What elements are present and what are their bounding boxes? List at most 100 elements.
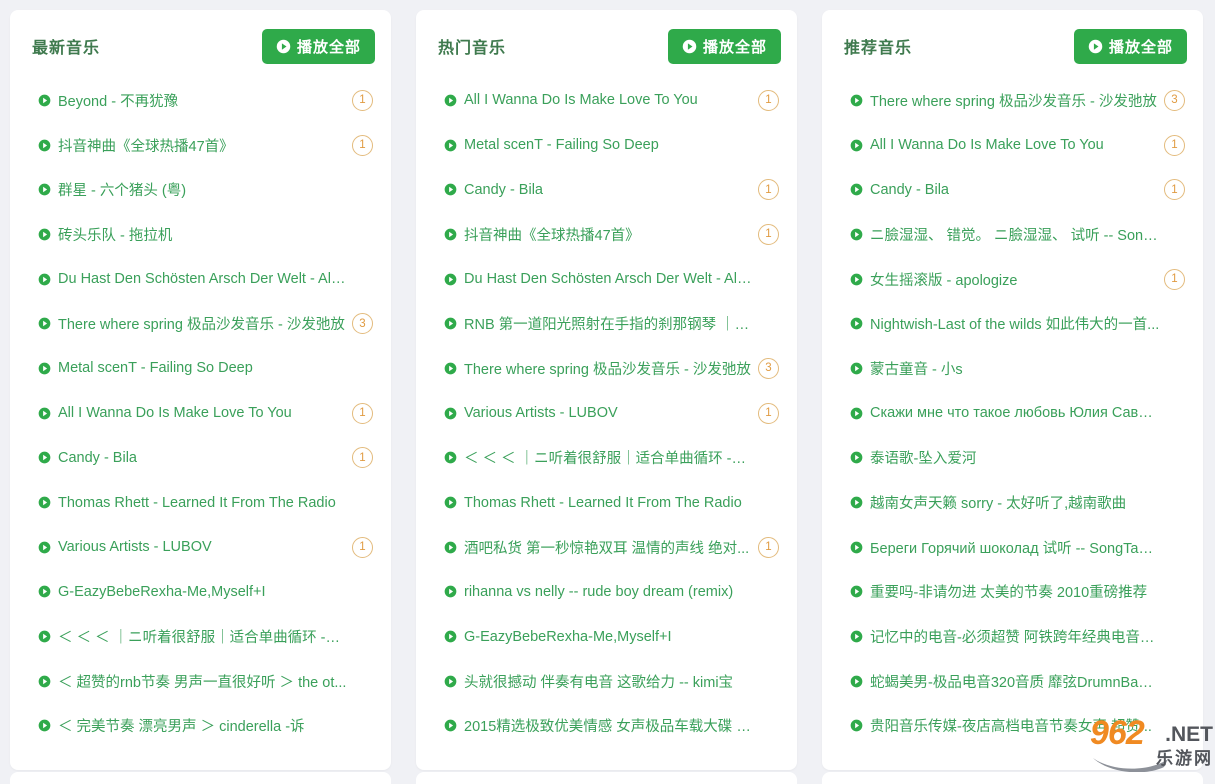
play-circle-icon — [38, 719, 51, 732]
song-row[interactable]: rihanna vs nelly -- rude boy dream (remi… — [432, 570, 781, 615]
play-count-badge: 1 — [352, 89, 373, 111]
song-row[interactable]: ＜ 完美节奏 漂亮男声 ＞ cinderella -诉 — [26, 704, 375, 749]
play-count-badge: 3 — [352, 313, 373, 335]
song-row[interactable]: ＜ ＜ ＜ ｜ニ听着很舒服｜适合单曲循环 -洋... — [26, 614, 375, 659]
card-title: 最新音乐 — [32, 40, 101, 57]
song-title: Du Hast Den Schösten Arsch Der Welt - Al… — [464, 271, 754, 288]
song-row[interactable]: Candy - Bila 1 — [838, 167, 1187, 212]
song-row[interactable]: Du Hast Den Schösten Arsch Der Welt - Al… — [26, 257, 375, 302]
song-title: G-EazyBebeRexha-Me,Myself+I — [58, 583, 266, 600]
music-columns-board: 最新音乐 播放全部 Beyond - 不再犹豫 1 抖音神曲《全球热播47首》 1 群星 -… — [10, 10, 1205, 771]
play-circle-icon — [38, 317, 51, 330]
song-title: Various Artists - LUBOV — [464, 405, 618, 422]
play-all-button[interactable]: 播放全部 — [261, 28, 375, 64]
song-row[interactable]: 群星 - 六个猪头 (粤) — [26, 167, 375, 212]
song-row[interactable]: RNB 第一道阳光照射在手指的刹那钢琴 ｜nu... — [432, 301, 781, 346]
play-circle-icon — [850, 183, 863, 196]
play-circle-icon — [38, 183, 51, 196]
song-title: Candy - Bila — [464, 181, 543, 198]
song-title: 抖音神曲《全球热播47首》 — [464, 227, 640, 244]
play-all-button[interactable]: 播放全部 — [1073, 28, 1187, 64]
play-circle-icon — [444, 496, 457, 509]
song-row[interactable]: There where spring 极品沙发音乐 - 沙发弛放 3 — [838, 78, 1187, 123]
song-title: 蛇蝎美男-极品电音320音质 靡弦DrumnBass... — [870, 674, 1160, 691]
song-row[interactable]: Metal scenT - Failing So Deep — [432, 123, 781, 168]
song-row[interactable]: Скажи мне что такое любовь Юлия Савич... — [838, 391, 1187, 436]
song-row[interactable]: 抖音神曲《全球热播47首》 1 — [432, 212, 781, 257]
play-count-badge: 1 — [352, 134, 373, 156]
song-row[interactable]: Du Hast Den Schösten Arsch Der Welt - Al… — [432, 257, 781, 302]
play-count-badge: 1 — [352, 447, 373, 469]
song-row[interactable]: ＜ ＜ ＜ ｜ニ听着很舒服｜适合单曲循环 -洋... — [432, 436, 781, 481]
play-circle-icon — [444, 273, 457, 286]
song-row[interactable]: G-EazyBebeRexha-Me,Myself+I — [432, 614, 781, 659]
song-row[interactable]: G-EazyBebeRexha-Me,Myself+I — [26, 570, 375, 615]
song-row[interactable]: 2015精选极致优美情感 女声极品车载大碟 - ... — [432, 704, 781, 749]
play-circle-icon — [850, 630, 863, 643]
play-circle-icon — [444, 719, 457, 732]
play-count-badge: 1 — [758, 223, 779, 245]
play-circle-icon — [38, 139, 51, 152]
play-count-badge: 1 — [1164, 134, 1185, 156]
play-circle-icon — [850, 317, 863, 330]
play-all-label: 播放全部 — [702, 38, 767, 56]
song-title: rihanna vs nelly -- rude boy dream (remi… — [464, 583, 734, 600]
play-circle-icon — [850, 94, 863, 107]
song-title: 女生摇滚版 - apologize — [870, 272, 1018, 289]
song-row[interactable]: There where spring 极品沙发音乐 - 沙发弛放 3 — [432, 346, 781, 391]
song-title: 砖头乐队 - 拖拉机 — [58, 227, 173, 244]
song-row[interactable]: ニ臉湿湿、 错觉。 ニ臉湿湿、 试听 -- SongT... — [838, 212, 1187, 257]
song-title: Thomas Rhett - Learned It From The Radio — [464, 494, 742, 511]
song-row[interactable]: Candy - Bila 1 — [432, 167, 781, 212]
play-circle-icon — [444, 630, 457, 643]
play-circle-icon — [850, 719, 863, 732]
play-circle-icon — [850, 273, 863, 286]
song-row[interactable]: 女生摇滚版 - apologize 1 — [838, 257, 1187, 302]
song-row[interactable]: 越南女声天籁 sorry - 太好听了,越南歌曲 — [838, 480, 1187, 525]
next-card-peek — [416, 772, 797, 784]
song-row[interactable]: Beyond - 不再犹豫 1 — [26, 78, 375, 123]
play-circle-icon — [276, 39, 291, 54]
song-row[interactable]: All I Wanna Do Is Make Love To You 1 — [432, 78, 781, 123]
song-row[interactable]: 蒙古童音 - 小s — [838, 346, 1187, 391]
play-circle-icon — [444, 451, 457, 464]
play-all-button[interactable]: 播放全部 — [667, 28, 781, 64]
play-circle-icon — [682, 39, 697, 54]
song-row[interactable]: Various Artists - LUBOV 1 — [26, 525, 375, 570]
play-circle-icon — [850, 496, 863, 509]
play-circle-icon — [850, 585, 863, 598]
song-row[interactable]: 泰语歌-坠入爱河 — [838, 436, 1187, 481]
song-row[interactable]: 头就很撼动 伴奏有电音 这歌给力 -- kimi宝 — [432, 659, 781, 704]
song-title: 记忆中的电音-必须超赞 阿铁跨年经典电音C... — [870, 630, 1160, 647]
play-circle-icon — [444, 407, 457, 420]
song-row[interactable]: All I Wanna Do Is Make Love To You 1 — [26, 391, 375, 436]
song-row[interactable]: 重要吗-非请勿进 太美的节奏 2010重磅推荐 — [838, 570, 1187, 615]
song-row[interactable]: All I Wanna Do Is Make Love To You 1 — [838, 123, 1187, 168]
play-circle-icon — [444, 362, 457, 375]
song-row[interactable]: Thomas Rhett - Learned It From The Radio — [26, 480, 375, 525]
play-count-badge: 1 — [352, 402, 373, 424]
play-circle-icon — [444, 675, 457, 688]
card-header: 热门音乐 播放全部 — [432, 28, 781, 64]
song-row[interactable]: Metal scenT - Failing So Deep — [26, 346, 375, 391]
song-row[interactable]: 贵阳音乐传媒-夜店高档电音节奏女声 超赞... — [838, 704, 1187, 749]
song-row[interactable]: 酒吧私货 第一秒惊艳双耳 温情的声线 绝对... 1 — [432, 525, 781, 570]
song-row[interactable]: 记忆中的电音-必须超赞 阿铁跨年经典电音C... — [838, 614, 1187, 659]
play-circle-icon — [850, 228, 863, 241]
song-row[interactable]: Береги Горячий шоколад 试听 -- SongTast... — [838, 525, 1187, 570]
song-title: Candy - Bila — [870, 181, 949, 198]
song-list: Beyond - 不再犹豫 1 抖音神曲《全球热播47首》 1 群星 - 六个猪头 (粤… — [26, 78, 375, 748]
song-title: 贵阳音乐传媒-夜店高档电音节奏女声 超赞... — [870, 719, 1152, 736]
song-row[interactable]: 蛇蝎美男-极品电音320音质 靡弦DrumnBass... — [838, 659, 1187, 704]
song-row[interactable]: Candy - Bila 1 — [26, 436, 375, 481]
song-title: There where spring 极品沙发音乐 - 沙发弛放 — [58, 317, 345, 334]
song-row[interactable]: Nightwish-Last of the wilds 如此伟大的一首... — [838, 301, 1187, 346]
song-row[interactable]: Thomas Rhett - Learned It From The Radio — [432, 480, 781, 525]
song-row[interactable]: 抖音神曲《全球热播47首》 1 — [26, 123, 375, 168]
song-row[interactable]: Various Artists - LUBOV 1 — [432, 391, 781, 436]
song-title: Du Hast Den Schösten Arsch Der Welt - Al… — [58, 271, 348, 288]
song-row[interactable]: ＜ 超赞的rnb节奏 男声一直很好听 ＞ the ot... — [26, 659, 375, 704]
song-title: 泰语歌-坠入爱河 — [870, 451, 977, 468]
song-row[interactable]: There where spring 极品沙发音乐 - 沙发弛放 3 — [26, 301, 375, 346]
song-row[interactable]: 砖头乐队 - 拖拉机 — [26, 212, 375, 257]
